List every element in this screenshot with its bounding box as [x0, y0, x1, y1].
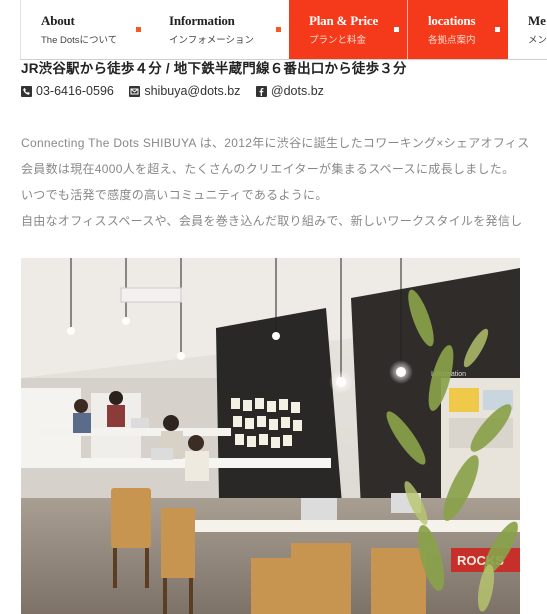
nav-item-plan-price-label: Plan & Price: [309, 13, 379, 28]
phone-contact[interactable]: 03-6416-0596: [21, 84, 114, 98]
nav-item-information-label: Information: [169, 13, 235, 28]
email-contact[interactable]: shibuya@dots.bz: [129, 84, 240, 98]
nav-bullet-icon: [495, 27, 500, 32]
nav-item-locations-label: locations: [428, 13, 476, 28]
description-line: 会員数は現在4000人を超え、たくさんのクリエイターが集まるスペースに成長しまし…: [21, 162, 515, 176]
facebook-icon: [255, 85, 267, 97]
envelope-icon: [129, 85, 141, 97]
description: Connecting The Dots SHIBUYA は、2012年に渋谷に誕…: [21, 134, 547, 238]
phone-icon: [21, 85, 32, 97]
nav-item-about-sublabel: The Dotsについて: [41, 35, 118, 46]
nav-bullet-icon: [136, 27, 141, 32]
nav-bullet-icon: [394, 27, 399, 32]
main-navigation: About The Dotsについて Information インフォメーション…: [0, 0, 547, 60]
contact-info: 03-6416-0596 shibuya@dots.bz @dots.bz: [21, 84, 336, 100]
nav-item-locations-sublabel: 各拠点案内: [428, 35, 476, 46]
nav-item-member[interactable]: Me メン: [508, 0, 547, 59]
photo-illustration: Information: [21, 258, 520, 614]
nav-bullet-icon: [276, 27, 281, 32]
access-info: JR渋谷駅から徒歩４分 / 地下鉄半蔵門線６番出口から徒歩３分: [21, 61, 407, 76]
facebook-contact[interactable]: @dots.bz: [255, 84, 324, 98]
email-link[interactable]: shibuya@dots.bz: [144, 84, 240, 98]
phone-number: 03-6416-0596: [36, 84, 114, 98]
nav-item-about[interactable]: About The Dotsについて: [21, 0, 149, 59]
nav-item-about-label: About: [41, 13, 75, 28]
description-line: いつでも活発で感度の高いコミュニティであるように。: [21, 188, 328, 202]
nav-item-member-sublabel: メン: [528, 35, 547, 46]
nav-item-locations[interactable]: locations 各拠点案内: [408, 0, 508, 59]
nav-item-information[interactable]: Information インフォメーション: [149, 0, 289, 59]
coworking-space-photo: Information: [21, 258, 520, 614]
description-line: 自由なオフィススペースや、会員を巻き込んだ取り組みで、新しいワークスタイルを発信…: [21, 214, 523, 228]
facebook-link[interactable]: @dots.bz: [271, 84, 324, 98]
nav-item-plan-price[interactable]: Plan & Price プランと料金: [289, 0, 407, 59]
nav-item-plan-price-sublabel: プランと料金: [309, 35, 367, 46]
nav-item-information-sublabel: インフォメーション: [169, 35, 255, 46]
nav-item-member-label: Me: [528, 13, 546, 28]
description-line: Connecting The Dots SHIBUYA は、2012年に渋谷に誕…: [21, 136, 530, 150]
